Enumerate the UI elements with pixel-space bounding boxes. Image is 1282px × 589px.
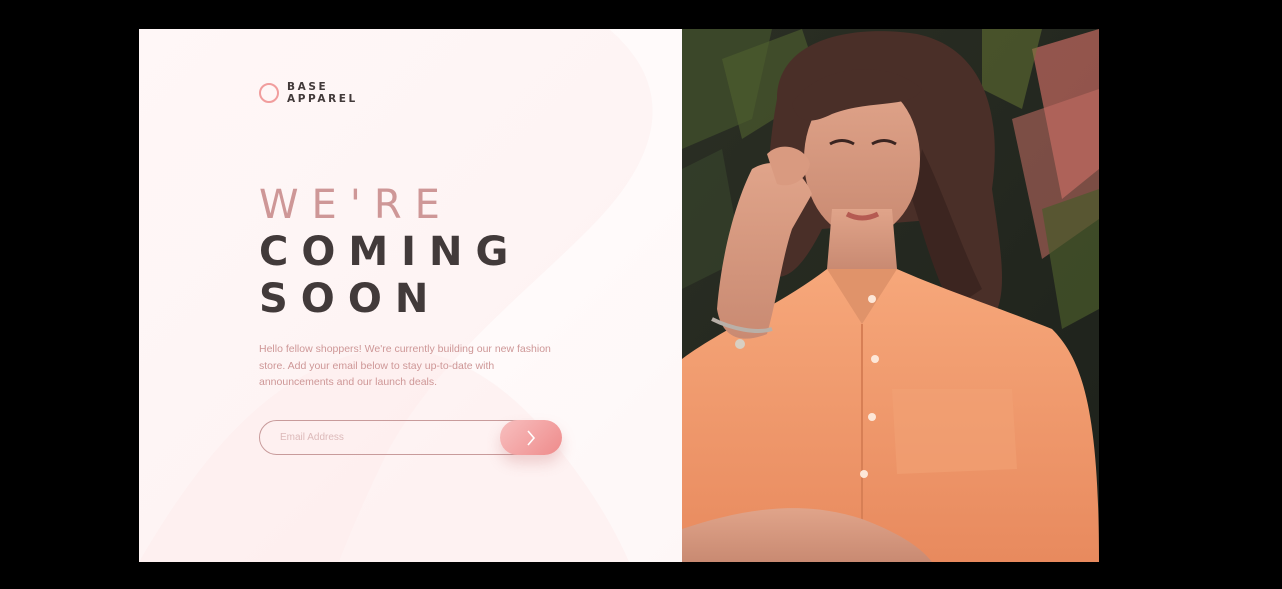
content-panel: BASE APPAREL WE'RE COMING SOON Hello fel… xyxy=(139,29,682,562)
email-signup-form xyxy=(259,420,562,455)
title-line-1: WE'RE xyxy=(259,182,453,228)
chevron-right-icon xyxy=(527,429,536,446)
submit-button[interactable] xyxy=(500,420,562,455)
page-title: WE'RE COMING SOON xyxy=(259,182,521,323)
brand-name-line1: BASE xyxy=(287,81,329,93)
hero-photo xyxy=(682,29,1099,562)
logo-circle-icon xyxy=(259,83,279,103)
brand-wordmark: BASE APPAREL xyxy=(287,81,358,105)
intro-text: Hello fellow shoppers! We're currently b… xyxy=(259,343,551,388)
title-line-3: SOON xyxy=(259,276,442,322)
hero-image-panel xyxy=(682,29,1099,562)
brand-name-line2: APPAREL xyxy=(287,93,358,105)
title-line-2: COMING xyxy=(259,229,522,275)
landing-page: BASE APPAREL WE'RE COMING SOON Hello fel… xyxy=(139,29,1099,562)
brand-logo[interactable]: BASE APPAREL xyxy=(259,81,358,105)
